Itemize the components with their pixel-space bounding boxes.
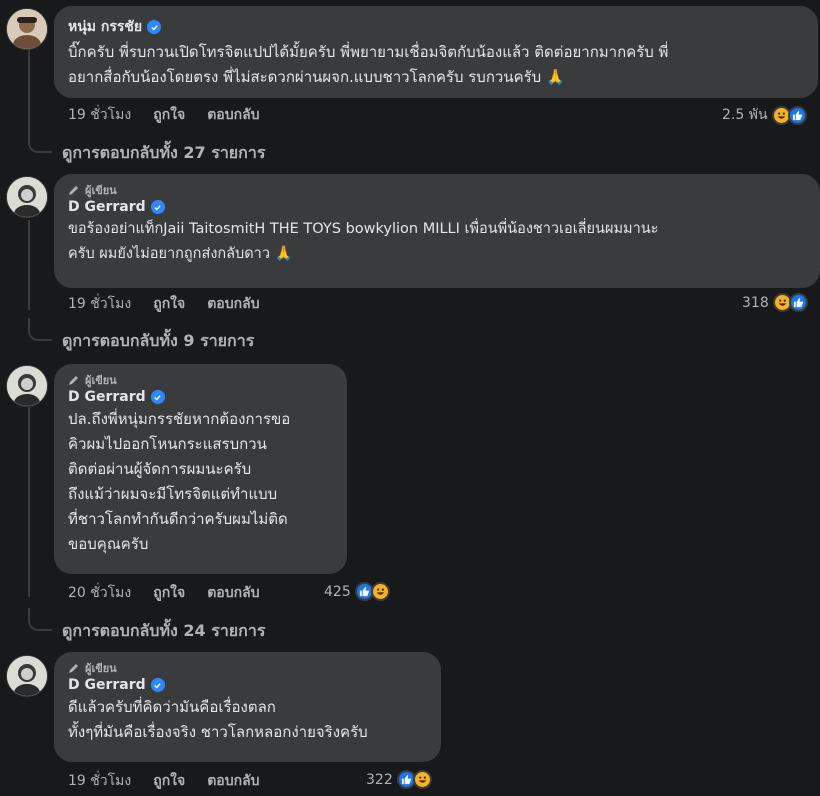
haha-reaction-icon [412,770,432,789]
comment-bubble: ผู้เขียน D Gerrard ปล.ถึงพี่หนุ่มกรรชัยห… [54,364,347,574]
verified-icon [150,678,165,692]
view-replies-link[interactable]: ดูการตอบกลับทั้ง 24 รายการ [62,619,265,644]
comment-author-name[interactable]: D Gerrard [68,677,146,693]
timestamp[interactable]: 19 ชั่วโมง [68,770,131,792]
haha-reaction-icon [370,582,390,601]
comment-author-name[interactable]: D Gerrard [68,389,146,405]
thread-connector [28,50,30,142]
verified-icon [150,390,165,404]
timestamp[interactable]: 20 ชั่วโมง [68,582,131,604]
comment-actions: 19 ชั่วโมง ถูกใจ ตอบกลับ [68,293,260,315]
thread-connector [28,407,30,597]
view-replies-link[interactable]: ดูการตอบกลับทั้ง 27 รายการ [62,141,265,166]
comment-author-name[interactable]: หนุ่ม กรรชัย [68,16,142,38]
view-replies-link[interactable]: ดูการตอบกลับทั้ง 9 รายการ [62,329,254,354]
reply-button[interactable]: ตอบกลับ [207,582,259,604]
avatar[interactable] [6,365,48,407]
comment-bubble: หนุ่ม กรรชัย บิ๊กครับ พี่รบกวนเปิดโทรจิต… [54,6,818,98]
like-button[interactable]: ถูกใจ [153,582,185,604]
comment-text: ขอร้องอย่าแท็กJaii TaitosmitH THE TOYS b… [68,221,659,262]
reaction-count: 2.5 พัน [722,107,768,123]
reaction-summary[interactable]: 318 [742,293,808,312]
reaction-count: 425 [324,583,351,600]
comment-text: ปล.ถึงพี่หนุ่มกรรชัยหากต้องการขอ คิวผมไป… [68,410,291,553]
like-reaction-icon [788,293,808,312]
reaction-summary[interactable]: 322 [366,770,432,789]
reply-button[interactable]: ตอบกลับ [207,104,259,126]
reaction-summary[interactable]: 425 [324,582,390,601]
thread-connector-curve [28,130,52,153]
avatar[interactable] [6,8,48,50]
pencil-icon [69,663,78,673]
verified-icon [150,200,165,214]
reaction-summary[interactable]: 2.5 พัน [722,104,807,126]
avatar[interactable] [6,176,48,218]
pencil-icon [69,375,78,385]
comment-author-name[interactable]: D Gerrard [68,199,146,215]
comment-actions: 19 ชั่วโมง ถูกใจ ตอบกลับ [68,104,260,126]
comment-actions: 20 ชั่วโมง ถูกใจ ตอบกลับ [68,582,260,604]
author-badge: ผู้เขียน [68,182,806,197]
reply-button[interactable]: ตอบกลับ [207,293,259,315]
comment-bubble: ผู้เขียน D Gerrard ดีแล้วครับที่คิดว่ามั… [54,652,441,762]
verified-icon [147,20,162,34]
author-badge: ผู้เขียน [68,660,427,675]
comment-actions: 19 ชั่วโมง ถูกใจ ตอบกลับ [68,770,260,792]
timestamp[interactable]: 19 ชั่วโมง [68,293,131,315]
thread-connector-curve [28,318,52,341]
reply-button[interactable]: ตอบกลับ [207,770,259,792]
like-button[interactable]: ถูกใจ [153,293,185,315]
like-button[interactable]: ถูกใจ [153,770,185,792]
thread-connector-curve [28,608,52,631]
thread-connector [28,220,30,310]
author-badge: ผู้เขียน [68,372,333,387]
like-button[interactable]: ถูกใจ [153,104,185,126]
comment-text: บิ๊กครับ พี่รบกวนเปิดโทรจิตแปปได้มั้ยครั… [68,43,669,86]
reaction-count: 322 [366,771,393,788]
like-reaction-icon [787,105,807,125]
comment-bubble: ผู้เขียน D Gerrard ขอร้องอย่าแท็กJaii Ta… [54,174,820,288]
comment-text: ดีแล้วครับที่คิดว่ามันคือเรื่องตลก ทั้งๆ… [68,698,368,741]
pencil-icon [69,185,78,195]
timestamp[interactable]: 19 ชั่วโมง [68,104,131,126]
reaction-count: 318 [742,294,769,311]
avatar[interactable] [6,655,48,697]
